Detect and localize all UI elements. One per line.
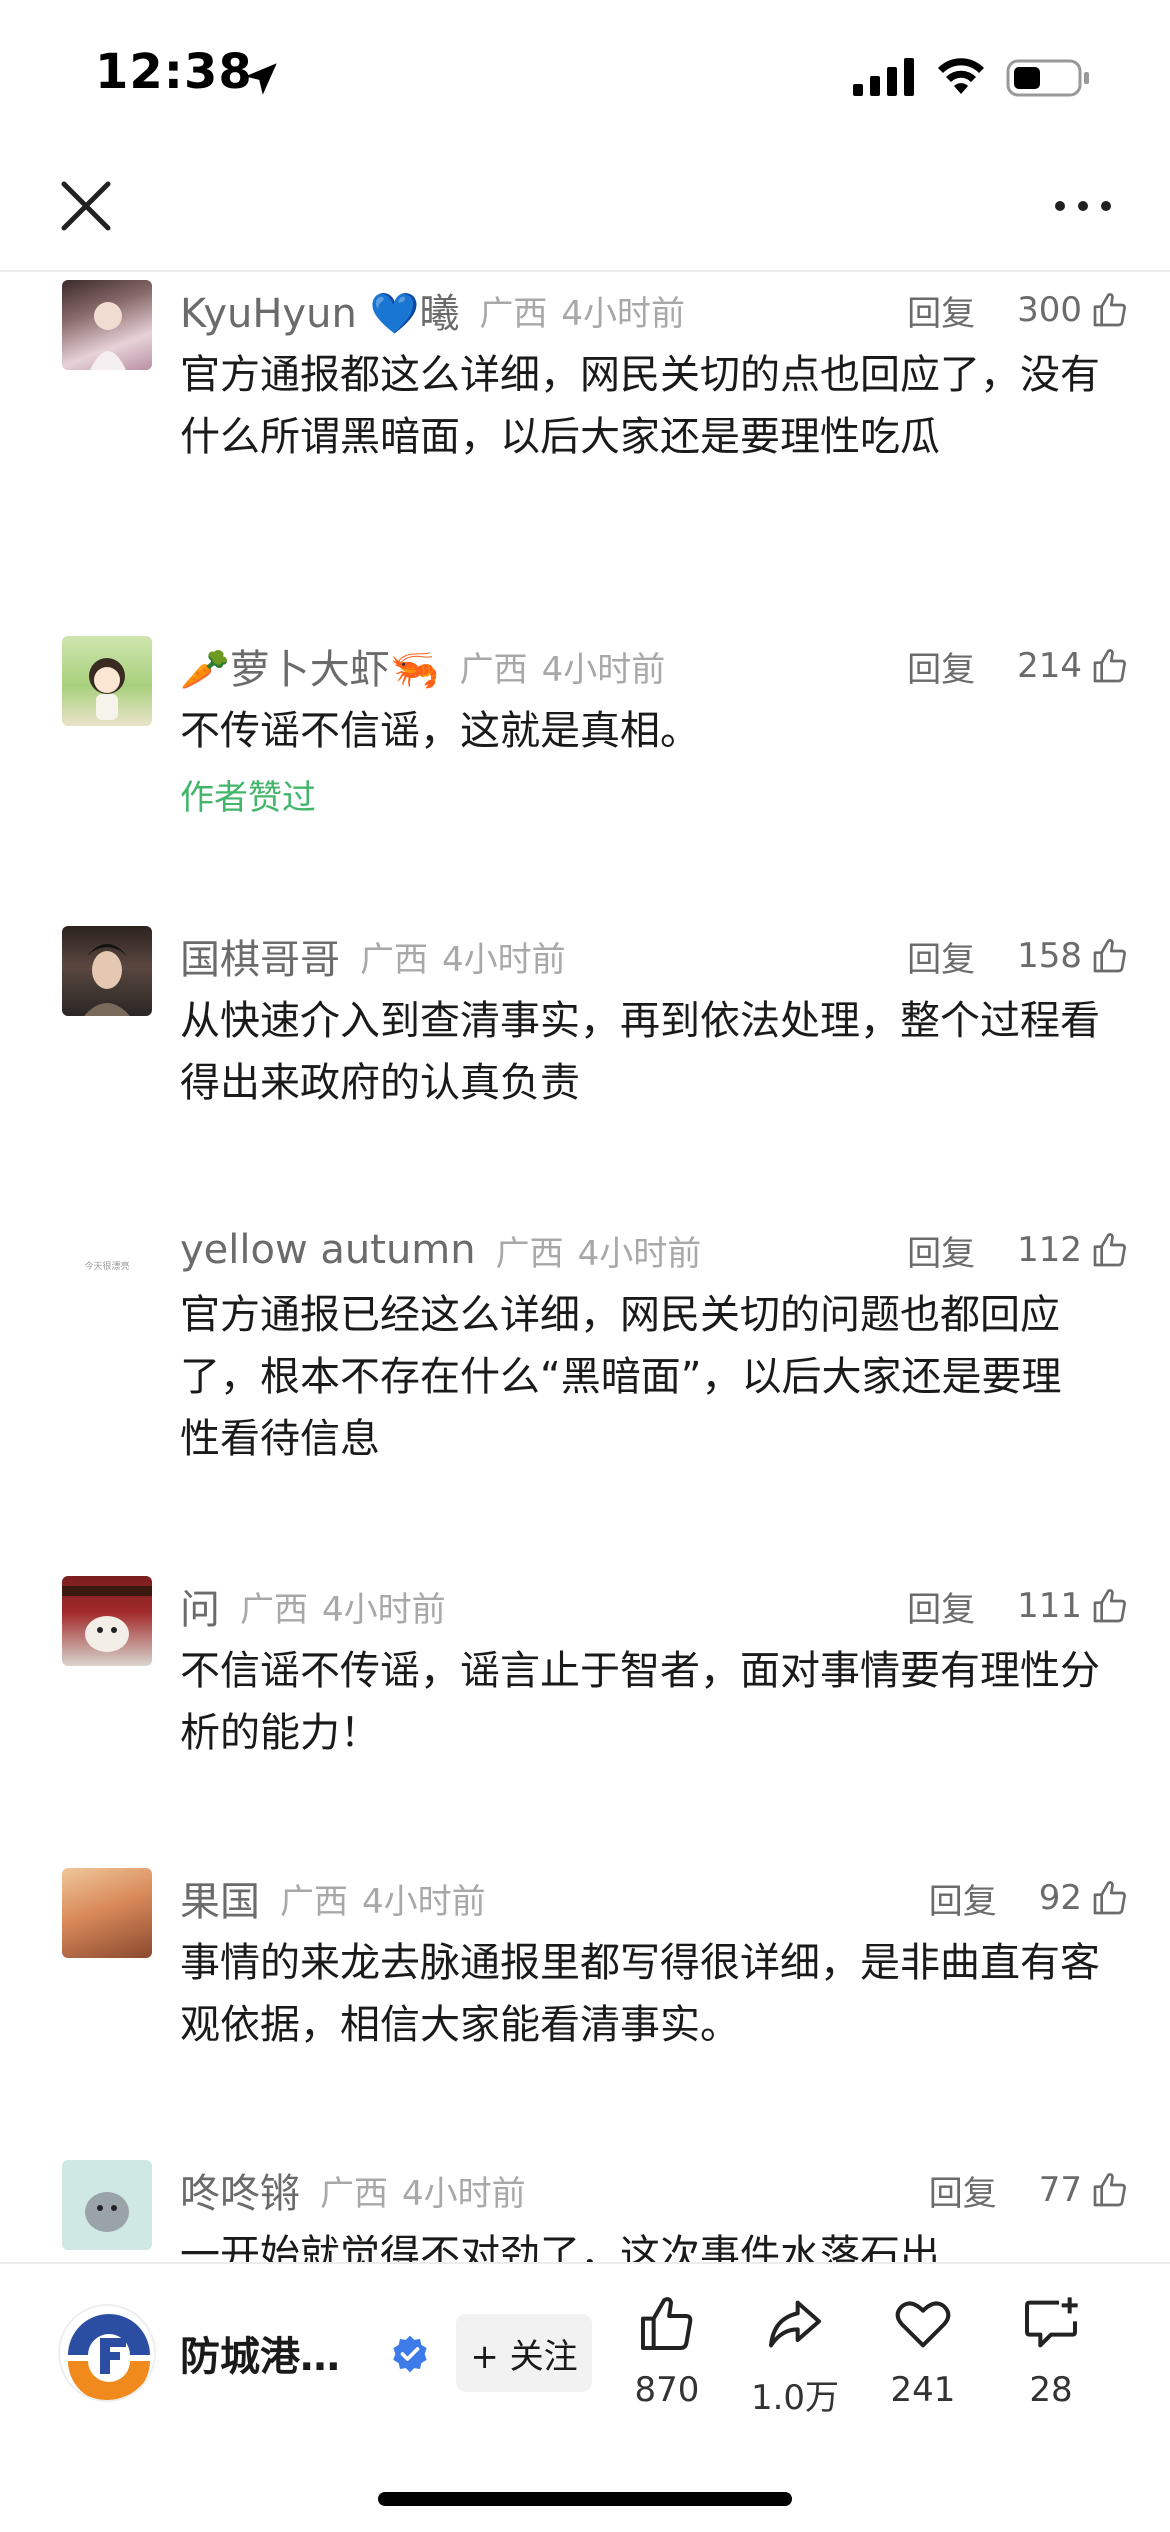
home-indicator: [378, 2492, 792, 2506]
like-count: 158: [1017, 936, 1082, 976]
like-total: 870: [634, 2370, 700, 2410]
comment-author[interactable]: 果国: [180, 1869, 260, 1927]
comment-total: 28: [1029, 2370, 1073, 2410]
reply-button[interactable]: 回复: [907, 932, 975, 981]
thumbs-up-icon[interactable]: [1090, 936, 1130, 976]
cellular-signal-icon: [853, 58, 914, 96]
comment-location: 广西: [495, 1233, 564, 1274]
thumbs-up-icon[interactable]: [1090, 290, 1130, 330]
comment-location: 广西: [240, 1589, 308, 1630]
avatar[interactable]: 今天很漂亮: [62, 1220, 152, 1310]
reply-button[interactable]: 回复: [929, 2166, 997, 2215]
avatar[interactable]: [62, 926, 152, 1016]
reply-button[interactable]: 回复: [907, 642, 975, 691]
account-logo[interactable]: [58, 2304, 156, 2402]
comment-time: 4小时前: [322, 1589, 446, 1630]
reply-button[interactable]: 回复: [929, 1874, 997, 1923]
like-action[interactable]: 870: [612, 2292, 722, 2410]
thumbs-up-icon[interactable]: [1090, 2170, 1130, 2210]
comment-text: 不信谣不传谣，谣言止于智者，面对事情要有理性分析的能力！: [180, 1648, 1100, 1756]
avatar[interactable]: [62, 1576, 152, 1666]
comment-add-icon: [1025, 2297, 1078, 2348]
like-count: 77: [1038, 2170, 1082, 2210]
like-count: 92: [1038, 1878, 1082, 1918]
share-icon: [769, 2300, 821, 2348]
share-action[interactable]: 1.0万: [740, 2292, 850, 2419]
avatar[interactable]: [62, 280, 152, 370]
comment-text: 官方通报都这么详细，网民关切的点也回应了，没有什么所谓黑暗面，以后大家还是要理性…: [180, 352, 1100, 460]
comment-time: 4小时前: [442, 939, 566, 980]
comment-author[interactable]: 问: [180, 1577, 220, 1635]
comment-text: 官方通报已经这么详细，网民关切的问题也都回应了，根本不存在什么“黑暗面”，以后大…: [180, 1292, 1062, 1462]
comment-time: 4小时前: [402, 2173, 526, 2214]
comment-location: 广西: [459, 649, 528, 690]
avatar[interactable]: [62, 636, 152, 726]
like-count: 214: [1017, 646, 1082, 686]
close-icon[interactable]: [58, 178, 114, 234]
avatar[interactable]: [62, 1868, 152, 1958]
comment-text: 从快速介入到查清事实，再到依法处理，整个过程看得出来政府的认真负责: [180, 998, 1100, 1106]
avatar-caption: 今天很漂亮: [84, 1261, 130, 1272]
comment-time: 4小时前: [577, 1233, 702, 1274]
comment-author[interactable]: yellow autumn: [180, 1227, 476, 1273]
verified-badge-icon: [393, 2335, 427, 2373]
reply-button[interactable]: 回复: [907, 1226, 975, 1275]
location-arrow-icon: [245, 63, 277, 95]
thumbs-up-icon[interactable]: [1090, 1586, 1130, 1626]
comment-author[interactable]: 🥕萝卜大虾🦐: [180, 637, 440, 695]
thumbs-up-icon[interactable]: [1090, 1230, 1130, 1270]
comment-location: 广西: [280, 1881, 348, 1922]
comment-text: 事情的来龙去脉通报里都写得很详细，是非曲直有客观依据，相信大家能看清事实。: [180, 1940, 1100, 2048]
comment-time: 4小时前: [561, 293, 685, 334]
heart-icon: [895, 2301, 951, 2348]
thumbs-up-icon[interactable]: [1090, 646, 1130, 686]
comment-text: 不传谣不信谣，这就是真相。: [180, 708, 700, 754]
comment-author[interactable]: KyuHyun 💙曦: [180, 281, 459, 339]
author-liked-badge: 作者赞过: [180, 778, 316, 818]
wifi-icon: [938, 58, 984, 94]
like-count: 300: [1017, 290, 1082, 330]
comment-location: 广西: [360, 939, 428, 980]
favorite-action[interactable]: 241: [868, 2292, 978, 2410]
comment-author[interactable]: 国棋哥哥: [180, 927, 340, 985]
comment-location: 广西: [479, 293, 548, 334]
thumbs-up-icon[interactable]: [1090, 1878, 1130, 1918]
favorite-total: 241: [890, 2370, 956, 2410]
status-bar: 12:38: [0, 0, 1170, 150]
comment-author[interactable]: 咚咚锵: [180, 2161, 300, 2219]
account-name[interactable]: 防城港…: [180, 2324, 340, 2382]
like-count: 111: [1017, 1586, 1082, 1626]
comment-action[interactable]: 28: [996, 2292, 1106, 2410]
more-dots-icon[interactable]: [1052, 196, 1114, 216]
status-time: 12:38: [95, 44, 253, 100]
comment-text: 一开始就觉得不对劲了，这次事件水落石出: [180, 2232, 940, 2262]
avatar[interactable]: [62, 2160, 152, 2250]
battery-icon: [1006, 59, 1089, 97]
comment-location: 广西: [320, 2173, 388, 2214]
share-total: 1.0万: [750, 2378, 840, 2418]
comment-time: 4小时前: [541, 649, 666, 690]
reply-button[interactable]: 回复: [907, 1582, 975, 1631]
thumbs-up-icon: [641, 2297, 693, 2350]
comment-list: KyuHyun 💙曦 广西 4小时前 回复 300 官方通报都这么详细，网民关切…: [0, 274, 1170, 2262]
comment-time: 4小时前: [362, 1881, 486, 1922]
top-nav-bar: [0, 150, 1170, 272]
reply-button[interactable]: 回复: [907, 286, 975, 335]
like-count: 112: [1017, 1230, 1082, 1270]
follow-button[interactable]: + 关注: [456, 2314, 592, 2392]
